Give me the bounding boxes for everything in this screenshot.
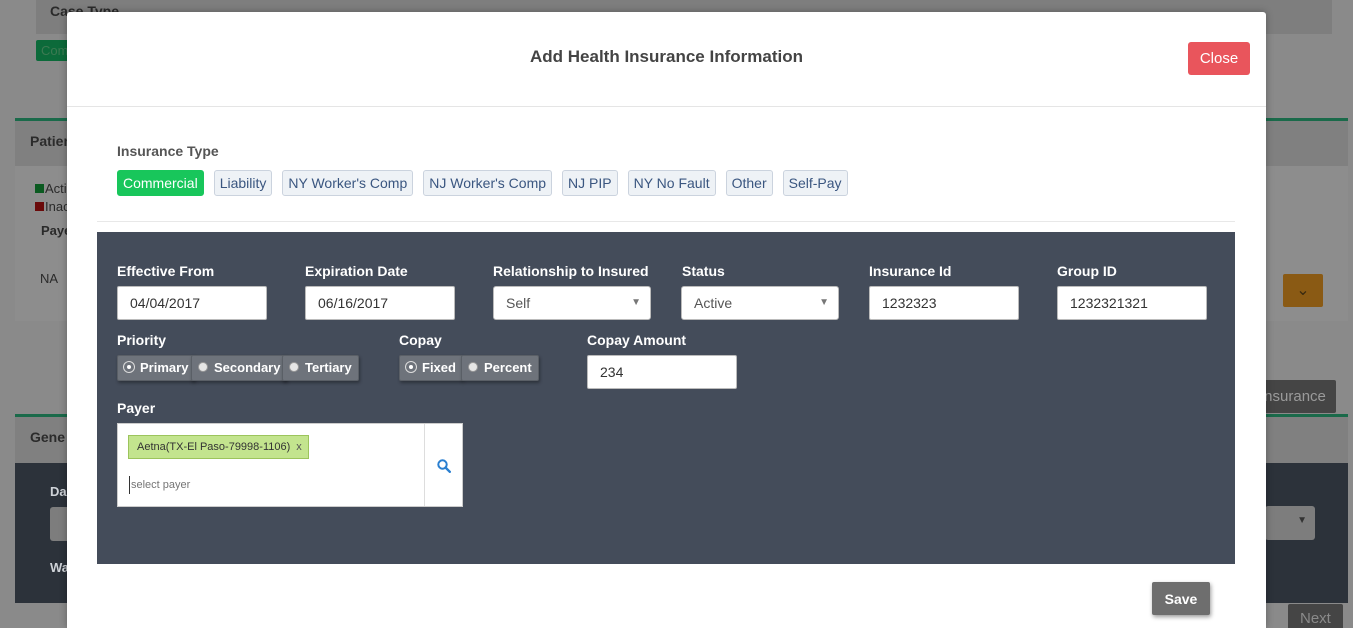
group-id-input[interactable]: 1232321321 [1057, 286, 1207, 320]
copay-fixed-radio[interactable]: Fixed [399, 355, 463, 381]
expiration-date-input[interactable]: 06/16/2017 [305, 286, 455, 320]
relationship-select[interactable]: Self ▼ [493, 286, 651, 320]
insurance-type-nj-workers-comp[interactable]: NJ Worker's Comp [423, 170, 553, 196]
effective-from-input[interactable]: 04/04/2017 [117, 286, 267, 320]
row-value: NA [40, 271, 59, 286]
relationship-label: Relationship to Insured [493, 263, 649, 279]
save-button[interactable]: Save [1152, 582, 1210, 615]
status-select[interactable]: Active ▼ [681, 286, 839, 320]
radio-unchecked-icon [468, 362, 478, 372]
payer-tag: Aetna(TX-El Paso-79998-1106) x [128, 435, 309, 459]
priority-label: Priority [117, 332, 167, 348]
row-expand-button[interactable]: ⌄ [1283, 274, 1323, 307]
legend-inactive: Inac [45, 199, 70, 214]
payer-search-button[interactable] [424, 424, 462, 506]
insurance-type-ny-no-fault[interactable]: NY No Fault [627, 170, 716, 196]
insurance-type-nj-pip[interactable]: NJ PIP [562, 170, 618, 196]
next-button[interactable]: Next [1288, 604, 1343, 628]
copay-amount-label: Copay Amount [587, 332, 687, 348]
insurance-modal: Add Health Insurance Information Close I… [67, 12, 1266, 628]
inactive-legend-swatch [35, 202, 44, 211]
insurance-type-other[interactable]: Other [725, 170, 773, 196]
bg-select-field[interactable]: ▼ [1265, 506, 1315, 540]
payer-multiselect: Aetna(TX-El Paso-79998-1106) x [117, 423, 463, 507]
insurance-type-liability[interactable]: Liability [213, 170, 273, 196]
date-label: Da [50, 484, 67, 499]
payer-search-input[interactable] [129, 476, 409, 494]
relationship-value: Self [506, 295, 531, 311]
remove-tag-icon[interactable]: x [296, 441, 302, 453]
radio-unchecked-icon [198, 362, 208, 372]
insurance-type-panel: Insurance Type Commercial Liability NY W… [97, 127, 1235, 222]
search-icon [437, 459, 451, 473]
modal-title: Add Health Insurance Information [530, 47, 803, 66]
payer-tag-label: Aetna(TX-El Paso-79998-1106) [137, 441, 291, 453]
insurance-id-input[interactable]: 1232323 [869, 286, 1019, 320]
effective-from-label: Effective From [117, 263, 215, 279]
status-label: Status [682, 263, 725, 279]
insurance-form-panel: Effective From 04/04/2017 Expiration Dat… [97, 232, 1235, 564]
group-id-label: Group ID [1057, 263, 1117, 279]
copay-percent-radio[interactable]: Percent [461, 355, 539, 381]
insurance-type-options: Commercial Liability NY Worker's Comp NJ… [117, 170, 848, 196]
radio-unchecked-icon [289, 362, 299, 372]
legend-active: Acti [45, 181, 67, 196]
expiration-date-label: Expiration Date [305, 263, 408, 279]
insurance-type-commercial[interactable]: Commercial [117, 170, 204, 196]
copay-amount-input[interactable]: 234 [587, 355, 737, 389]
payer-label: Payer [117, 400, 156, 416]
active-legend-swatch [35, 184, 44, 193]
caret-down-icon: ▼ [631, 297, 641, 308]
copay-label: Copay [399, 332, 442, 348]
radio-checked-icon [124, 362, 134, 372]
insurance-type-self-pay[interactable]: Self-Pay [782, 170, 848, 196]
insurance-type-label: Insurance Type [117, 143, 219, 159]
insurance-type-ny-workers-comp[interactable]: NY Worker's Comp [282, 170, 414, 196]
insurance-id-label: Insurance Id [869, 263, 952, 279]
priority-primary-radio[interactable]: Primary [117, 355, 196, 381]
radio-checked-icon [406, 362, 416, 372]
close-button[interactable]: Close [1188, 42, 1250, 75]
status-value: Active [694, 295, 733, 311]
caret-down-icon: ▼ [819, 297, 829, 308]
modal-header: Add Health Insurance Information Close [67, 12, 1266, 107]
priority-secondary-radio[interactable]: Secondary [191, 355, 288, 381]
priority-tertiary-radio[interactable]: Tertiary [282, 355, 359, 381]
